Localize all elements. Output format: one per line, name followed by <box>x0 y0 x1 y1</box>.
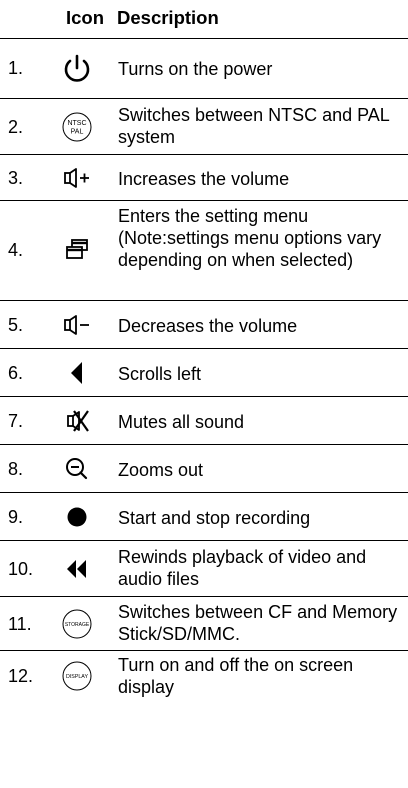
row-number: 12. <box>8 666 34 686</box>
table-row: 1. Turns on the power <box>0 38 408 98</box>
pal-text: PAL <box>71 129 84 136</box>
storage-text: STORAGE <box>65 622 90 628</box>
power-icon <box>55 53 99 85</box>
scroll-left-icon <box>55 360 99 386</box>
row-number: 10. <box>8 559 34 579</box>
header-description-label: Description <box>117 7 219 28</box>
table-row: 7. Mutes all sound <box>0 396 408 444</box>
table-row: 5. Decreases the volume <box>0 300 408 348</box>
header-icon-label: Icon <box>66 7 105 28</box>
icon-table: Icon Description 1. Turns on the power 2… <box>0 0 408 700</box>
table-row: 12. DISPLAY Turn on and off the on scree… <box>0 650 408 700</box>
zoom-out-icon <box>55 456 99 482</box>
row-description: Turns on the power <box>118 59 273 79</box>
row-number: 2. <box>8 117 24 137</box>
table-row: 9. Start and stop recording <box>0 492 408 540</box>
settings-menu-icon <box>55 237 99 263</box>
row-number: 6. <box>8 363 24 383</box>
row-number: 3. <box>8 168 24 188</box>
record-icon <box>55 504 99 530</box>
table-row: 4. Enters the setting menu (Note:setting… <box>0 200 408 300</box>
volume-up-icon <box>55 165 99 191</box>
table-row: 2. NTSC PAL Switches between NTSC and PA… <box>0 98 408 154</box>
row-number: 8. <box>8 459 24 479</box>
display-text: DISPLAY <box>66 674 88 680</box>
table-row: 8. Zooms out <box>0 444 408 492</box>
ntsc-text: NTSC <box>67 120 86 127</box>
row-description: Zooms out <box>118 460 204 480</box>
row-description: Scrolls left <box>118 364 202 384</box>
ntsc-pal-icon: NTSC PAL <box>55 111 99 143</box>
row-number: 4. <box>8 240 24 260</box>
row-description: Turn on and off the on screen display <box>118 655 354 697</box>
row-description: Rewinds playback of video and audio file… <box>118 547 367 589</box>
table-header: Icon Description <box>0 0 408 38</box>
row-description: Increases the volume <box>118 169 290 189</box>
row-number: 1. <box>8 58 24 78</box>
table-row: 6. Scrolls left <box>0 348 408 396</box>
row-number: 9. <box>8 507 24 527</box>
table-row: 11. STORAGE Switches between CF and Memo… <box>0 596 408 650</box>
row-description: Enters the setting menu (Note:settings m… <box>118 206 382 270</box>
row-description: Switches between NTSC and PAL system <box>118 105 390 147</box>
mute-icon <box>55 408 99 434</box>
row-description: Start and stop recording <box>118 508 311 528</box>
display-icon: DISPLAY <box>55 660 99 692</box>
row-description: Switches between CF and Memory Stick/SD/… <box>118 602 398 644</box>
rewind-icon <box>55 556 99 582</box>
table-row: 10. Rewinds playback of video and audio … <box>0 540 408 596</box>
row-description: Mutes all sound <box>118 412 245 432</box>
row-number: 5. <box>8 315 24 335</box>
row-number: 7. <box>8 411 24 431</box>
storage-icon: STORAGE <box>55 608 99 640</box>
row-description: Decreases the volume <box>118 316 298 336</box>
volume-down-icon <box>55 312 99 338</box>
row-number: 11. <box>8 614 32 634</box>
table-row: 3. Increases the volume <box>0 154 408 200</box>
